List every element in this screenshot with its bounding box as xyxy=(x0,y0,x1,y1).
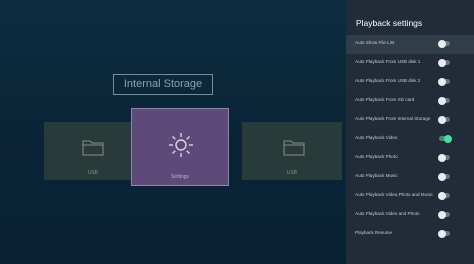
gear-icon xyxy=(169,133,193,157)
setting-row-auto-show-file-list[interactable]: Auto Show File List xyxy=(346,35,474,54)
toggle-switch[interactable] xyxy=(438,58,450,67)
setting-label: Auto Playback Video,Photo and Music xyxy=(355,192,433,197)
setting-label: Auto Playback From USB disk 1 xyxy=(355,59,421,64)
setting-label: Auto Playback From USB disk 2 xyxy=(355,78,421,83)
toggle-knob xyxy=(438,96,446,105)
toggle-switch[interactable] xyxy=(439,134,452,143)
folder-icon xyxy=(82,140,104,156)
tile-usb-right[interactable]: USB xyxy=(242,122,342,180)
setting-row-usb-disk-1[interactable]: Auto Playback From USB disk 1 xyxy=(346,54,474,73)
setting-label: Auto Playback Photo xyxy=(355,154,398,159)
toggle-knob xyxy=(444,134,452,143)
setting-row-internal-storage[interactable]: Auto Playback From Internal Storage xyxy=(346,111,474,130)
toggle-switch[interactable] xyxy=(438,191,450,200)
setting-row-video-photo-music[interactable]: Auto Playback Video,Photo and Music xyxy=(346,187,474,206)
setting-label: Auto Playback From SD card xyxy=(355,97,415,102)
toggle-knob xyxy=(438,77,446,86)
folder-icon xyxy=(283,140,305,156)
toggle-knob xyxy=(438,191,446,200)
toggle-knob xyxy=(438,58,446,67)
toggle-switch[interactable] xyxy=(438,39,450,48)
playback-settings-panel: Playback settings Auto Show File List Au… xyxy=(346,0,474,264)
setting-row-video[interactable]: Auto Playback Video xyxy=(346,130,474,149)
toggle-knob xyxy=(438,115,446,124)
toggle-knob xyxy=(438,172,446,181)
toggle-switch[interactable] xyxy=(438,77,450,86)
setting-row-sd-card[interactable]: Auto Playback From SD card xyxy=(346,92,474,111)
setting-label: Auto Playback Video and Photo xyxy=(355,211,420,216)
setting-label: Auto Playback Video xyxy=(355,135,398,140)
setting-label: Playback Resume xyxy=(355,230,393,235)
setting-row-photo[interactable]: Auto Playback Photo xyxy=(346,149,474,168)
tile-settings[interactable]: Settings xyxy=(131,108,229,186)
panel-title: Playback settings xyxy=(356,18,423,28)
toggle-knob xyxy=(438,229,446,238)
setting-label: Auto Playback From Internal Storage xyxy=(355,116,431,121)
setting-row-usb-disk-2[interactable]: Auto Playback From USB disk 2 xyxy=(346,73,474,92)
tv-screen: Internal Storage USB Settings USB Playba… xyxy=(0,0,474,264)
tile-label: Settings xyxy=(170,174,190,180)
tile-usb-left[interactable]: USB xyxy=(44,122,142,180)
toggle-switch[interactable] xyxy=(438,153,450,162)
setting-row-music[interactable]: Auto Playback Music xyxy=(346,168,474,187)
toggle-switch[interactable] xyxy=(438,229,450,238)
toggle-knob xyxy=(438,39,446,48)
toggle-switch[interactable] xyxy=(438,172,450,181)
toggle-switch[interactable] xyxy=(438,210,450,219)
tile-label: USB xyxy=(87,170,99,176)
toggle-knob xyxy=(438,153,446,162)
setting-row-video-photo[interactable]: Auto Playback Video and Photo xyxy=(346,206,474,225)
setting-row-playback-resume[interactable]: Playback Resume xyxy=(346,225,474,244)
toggle-switch[interactable] xyxy=(438,115,450,124)
tile-label: USB xyxy=(286,170,298,176)
storage-title: Internal Storage xyxy=(113,74,213,95)
setting-label: Auto Playback Music xyxy=(355,173,398,178)
toggle-knob xyxy=(438,210,446,219)
setting-label: Auto Show File List xyxy=(355,40,395,45)
toggle-switch[interactable] xyxy=(438,96,450,105)
